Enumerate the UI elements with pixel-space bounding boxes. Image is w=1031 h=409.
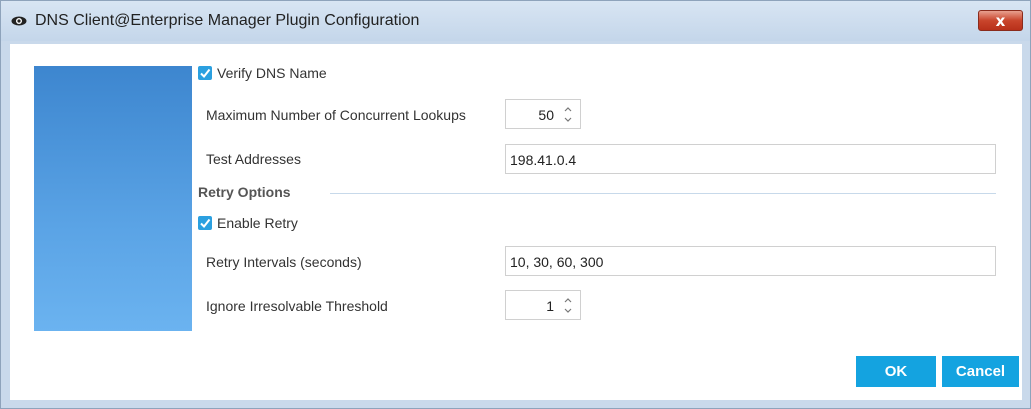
checkmark-icon [200,218,211,229]
close-button[interactable]: x [978,10,1023,31]
section-divider [330,193,996,194]
retry-intervals-field[interactable]: 10, 30, 60, 300 [505,246,996,276]
max-lookups-stepper[interactable]: 50 [505,99,581,129]
chevron-down-icon[interactable] [562,115,574,124]
title-bar[interactable]: DNS Client@Enterprise Manager Plugin Con… [1,1,1030,41]
plugin-config-dialog: DNS Client@Enterprise Manager Plugin Con… [0,0,1031,409]
verify-dns-label: Verify DNS Name [217,65,327,81]
ok-button[interactable]: OK [856,356,936,387]
test-addresses-field[interactable]: 198.41.0.4 [505,144,996,174]
enable-retry-label: Enable Retry [217,215,298,231]
retry-intervals-value: 10, 30, 60, 300 [510,254,604,270]
retry-options-heading: Retry Options [198,184,291,200]
test-addresses-value: 198.41.0.4 [510,152,577,168]
verify-dns-row[interactable]: Verify DNS Name [198,63,327,83]
cancel-button[interactable]: Cancel [942,356,1019,387]
irresolvable-threshold-stepper[interactable]: 1 [505,290,581,320]
side-banner [34,66,192,331]
chevron-up-icon[interactable] [562,105,574,114]
irresolvable-threshold-value: 1 [546,298,554,314]
close-icon: x [995,12,1006,30]
checkmark-icon [200,68,211,79]
test-addresses-label: Test Addresses [206,151,301,167]
eye-icon [11,16,27,26]
max-lookups-label: Maximum Number of Concurrent Lookups [206,107,466,123]
chevron-up-icon[interactable] [562,296,574,305]
dialog-content: Verify DNS Name Maximum Number of Concur… [10,44,1022,400]
enable-retry-row[interactable]: Enable Retry [198,213,298,233]
enable-retry-checkbox[interactable] [198,216,212,230]
max-lookups-value: 50 [538,107,554,123]
irresolvable-threshold-label: Ignore Irresolvable Threshold [206,298,388,314]
retry-intervals-label: Retry Intervals (seconds) [206,254,362,270]
chevron-down-icon[interactable] [562,306,574,315]
verify-dns-checkbox[interactable] [198,66,212,80]
window-title: DNS Client@Enterprise Manager Plugin Con… [35,12,420,29]
